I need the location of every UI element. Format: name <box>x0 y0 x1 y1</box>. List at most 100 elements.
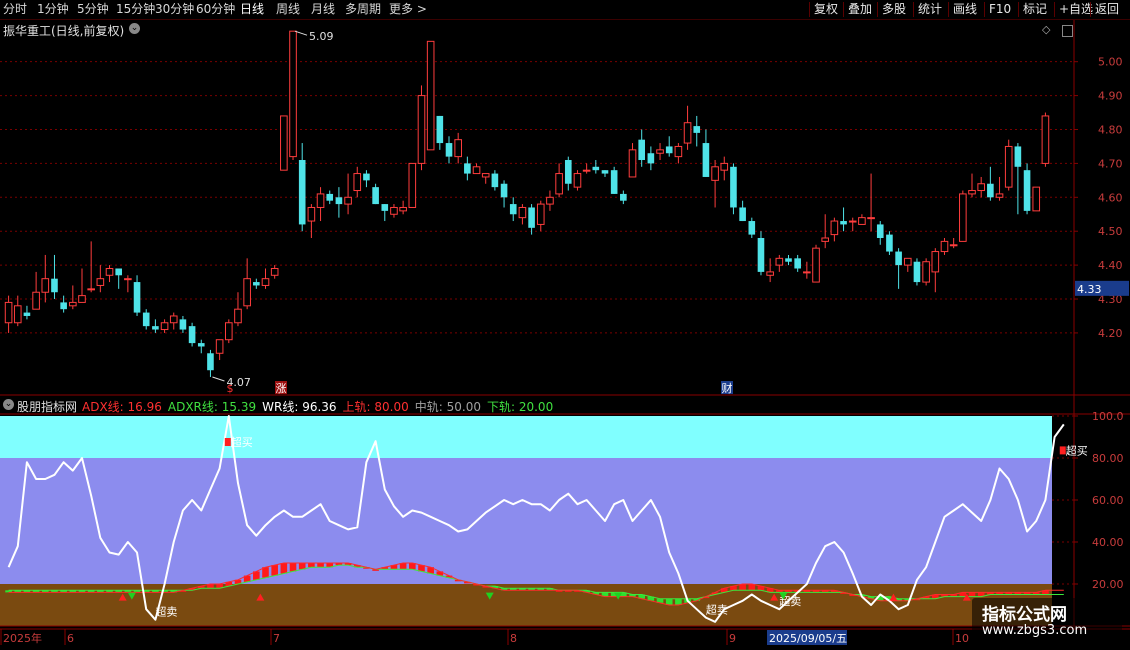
candle-body-up <box>1004 145 1013 188</box>
indicator-name[interactable]: 股朋指标网 <box>17 398 77 415</box>
date-label-2: 7 <box>273 632 280 645</box>
candle-body-up <box>1032 186 1041 212</box>
indicator-value-number: 16.96 <box>127 400 162 414</box>
chart-area: 5.094.07$ 涨财 100.080.0060.0040.0020.00 超买… <box>0 20 1130 645</box>
candle-body-down <box>876 224 884 238</box>
scroll-handle[interactable] <box>1062 25 1073 37</box>
candle-body-up <box>169 315 178 324</box>
indicator-value-number: 20.00 <box>518 400 554 414</box>
adx-ribbon-bar <box>317 563 324 568</box>
watermark: 指标公式网 www.zbgs3.com <box>972 598 1122 644</box>
candle-body-up <box>160 322 169 331</box>
candle-body-down <box>757 237 765 272</box>
indicator-tick-label: 40.00 <box>1092 536 1124 549</box>
candle-body-up <box>766 271 774 276</box>
indicator-value-label: ADX线: <box>82 400 128 414</box>
candle-body-up <box>711 166 719 181</box>
candle-body-up <box>995 193 1004 198</box>
candle-body-up <box>270 268 279 276</box>
candle-body-up <box>224 322 233 341</box>
indicator-value-2: WR线: 96.36 <box>262 400 336 414</box>
candle-body-up <box>968 190 976 195</box>
stock-title[interactable]: 振华重工(日线,前复权) <box>3 22 124 39</box>
candle-body-up <box>280 115 288 171</box>
candle-body-up <box>390 206 398 215</box>
date-label-3: 8 <box>510 632 517 645</box>
candle-body-down <box>601 170 609 174</box>
candle-body-up <box>858 217 866 225</box>
candle-body-down <box>748 221 756 235</box>
candle-body-up <box>426 40 435 151</box>
candle-body-up <box>4 301 13 324</box>
indicator-values: ADX线: 16.96 ADXR线: 15.39 WR线: 96.36 上轨: 80.… <box>82 398 559 415</box>
candle-body-down <box>500 183 508 198</box>
candle-body-up <box>87 288 95 291</box>
indicator-value-label: 下轨: <box>486 400 519 414</box>
chevron-down-icon[interactable]: ⌄ <box>129 23 140 34</box>
candle-body-down <box>60 302 67 310</box>
indicator-value-4: 中轨: 50.00 <box>415 400 481 414</box>
candle-body-up <box>289 30 297 158</box>
candle-body-up <box>977 183 985 192</box>
candle-body-down <box>491 173 499 188</box>
candle-body-down <box>564 160 572 184</box>
candle-body-up <box>830 220 839 236</box>
candle-body-down <box>794 258 801 269</box>
candle-body-up <box>344 196 352 205</box>
watermark-url: www.zbgs3.com <box>982 623 1088 638</box>
indicator-tick-label: 80.00 <box>1092 452 1124 465</box>
indicator-value-label: 上轨: <box>342 400 375 414</box>
candle-body-down <box>253 282 260 286</box>
candle-body-up <box>261 278 270 286</box>
candle-body-up <box>399 206 407 212</box>
indicator-value-label: WR线: <box>262 400 303 414</box>
date-label-1: 6 <box>67 632 74 645</box>
candle-body-up <box>931 251 940 273</box>
candle-body-up <box>674 145 683 158</box>
high-marker-label: 5.09 <box>309 30 334 43</box>
adx-ribbon-bar <box>308 563 315 568</box>
candle-body-up <box>408 162 417 208</box>
candle-body-up <box>124 278 132 281</box>
candle-body-up <box>536 203 545 225</box>
price-tick-label: 4.70 <box>1098 157 1123 170</box>
candle-body-down <box>702 143 710 177</box>
candle-body-up <box>243 278 251 307</box>
adx-ribbon-bar <box>280 563 288 574</box>
price-tick-label: 4.80 <box>1098 123 1123 136</box>
candle-body-down <box>188 326 196 344</box>
adx-ribbon-bar <box>968 592 976 597</box>
candle-body-down <box>142 312 150 327</box>
candle-body-down <box>326 193 334 201</box>
candle-body-down <box>436 115 444 144</box>
candle-body-down <box>51 278 58 293</box>
candle-body-down <box>913 261 921 283</box>
candle-body-up <box>78 295 86 303</box>
indicator-value-number: 96.36 <box>302 400 337 414</box>
candle-body-up <box>867 217 875 220</box>
candle-body-down <box>730 166 737 208</box>
price-tick-label: 4.50 <box>1098 225 1123 238</box>
date-highlight-label: 2025/09/05/五 <box>769 632 847 645</box>
candle-body-down <box>1014 146 1022 167</box>
overbought-label: 超买 <box>231 435 253 449</box>
watermark-title: 指标公式网 <box>982 605 1067 625</box>
indicator-value-0: ADX线: 16.96 <box>82 400 162 414</box>
diamond-icon[interactable]: ◇ <box>1042 23 1050 36</box>
candle-body-up <box>1041 115 1050 164</box>
candle-body-up <box>812 247 820 283</box>
indicator-value-number: 50.00 <box>446 400 481 414</box>
indicator-value-number: 80.00 <box>374 400 409 414</box>
candle-body-down <box>1023 170 1031 211</box>
indicator-value-5: 下轨: 20.00 <box>487 400 553 414</box>
indicator-tick-label: 60.00 <box>1092 494 1124 507</box>
candle-body-down <box>23 312 31 316</box>
adx-ribbon-bar <box>289 563 297 572</box>
collapse-icon[interactable]: ⌄ <box>3 399 14 410</box>
candle-body-down <box>372 187 379 205</box>
candle-body-up <box>582 169 591 172</box>
candle-body-down <box>179 319 187 330</box>
candle-body-up <box>316 193 325 208</box>
candle-body-down <box>207 353 214 371</box>
candle-body-down <box>298 160 306 225</box>
